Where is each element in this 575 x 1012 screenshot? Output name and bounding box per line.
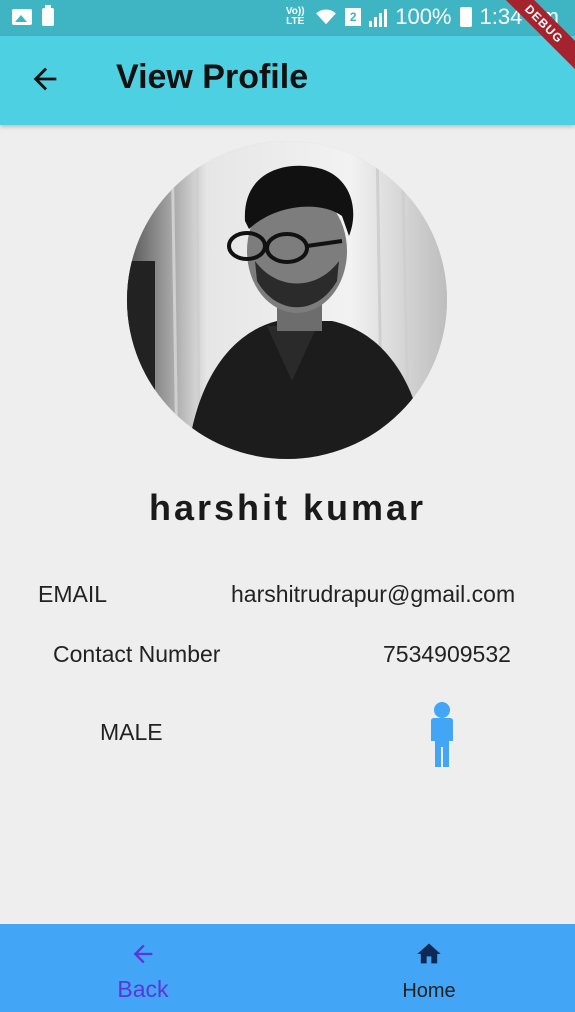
arrow-back-icon	[133, 944, 153, 964]
nav-back-label: Back	[117, 976, 169, 1002]
signal-icon	[369, 7, 388, 27]
nav-home-label: Home	[402, 980, 456, 1002]
profile-name: harshit kumar	[148, 487, 427, 528]
gallery-icon	[12, 9, 32, 25]
volte-indicator: Vo)) LTE	[285, 6, 305, 27]
status-bar: Vo)) LTE 2 100% 1:34 am	[0, 0, 575, 36]
contact-label: Contact Number	[53, 641, 221, 667]
battery-percent: 100%	[395, 4, 452, 29]
app-bar: View Profile	[0, 36, 575, 125]
battery-saver-icon	[42, 5, 54, 26]
gender-label: MALE	[100, 719, 163, 745]
home-icon	[417, 943, 441, 964]
page-title: View Profile	[116, 58, 309, 96]
nav-home-button[interactable]: Home	[329, 924, 529, 1012]
sim-2-icon: 2	[345, 8, 362, 26]
profile-avatar	[127, 141, 447, 459]
bottom-navigation: Back Home	[0, 924, 575, 1012]
status-left-icons	[12, 5, 54, 26]
arrow-back-icon[interactable]	[28, 62, 62, 96]
contact-value: 7534909532	[383, 641, 511, 667]
male-person-icon	[431, 702, 453, 767]
email-label: EMAIL	[38, 581, 108, 607]
profile-photo	[127, 141, 447, 459]
battery-icon	[459, 7, 472, 27]
email-value: harshitrudrapur@gmail.com	[231, 581, 516, 607]
nav-back-button[interactable]: Back	[43, 924, 243, 1012]
wifi-icon	[316, 9, 337, 25]
